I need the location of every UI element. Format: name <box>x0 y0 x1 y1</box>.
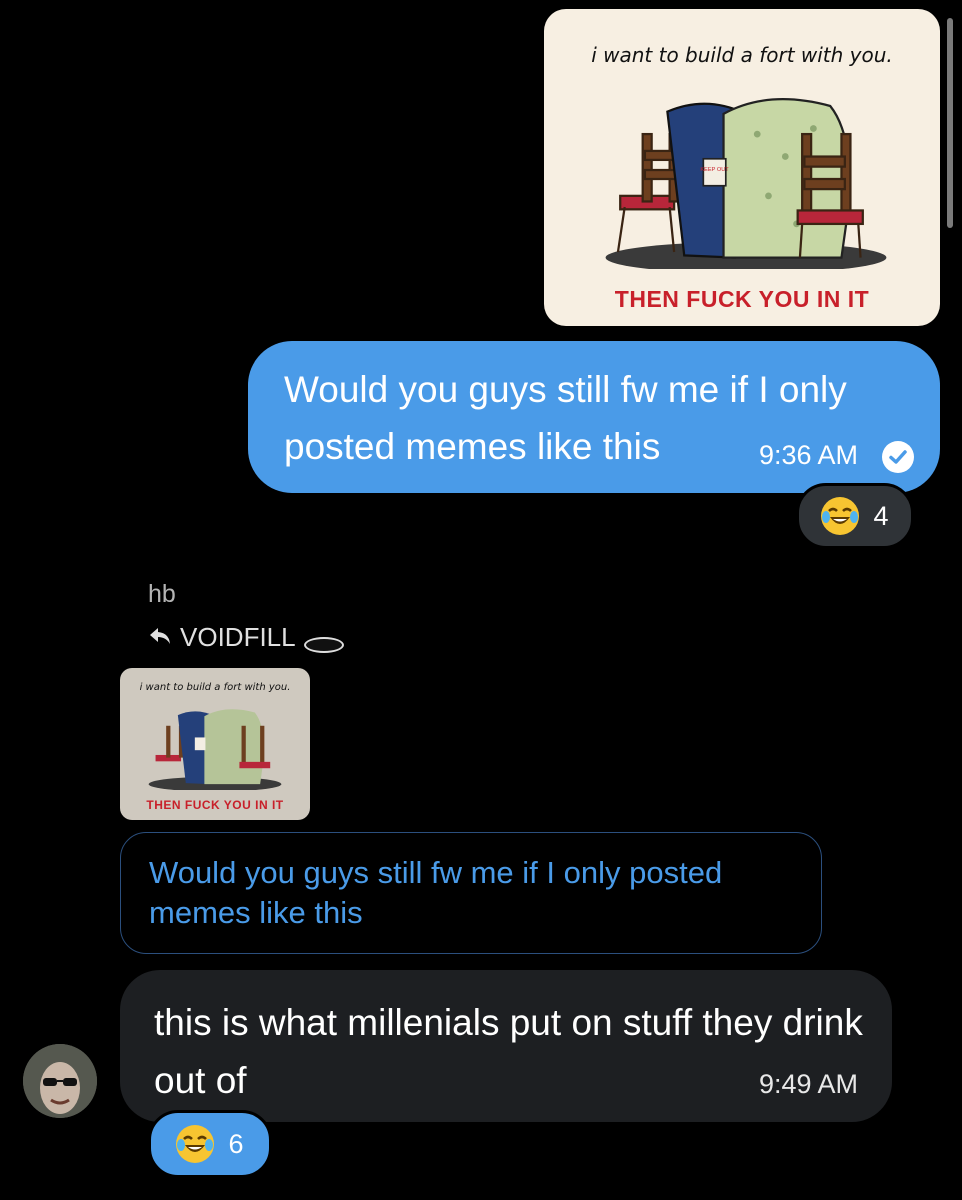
sent-reaction-count: 4 <box>873 500 889 531</box>
reply-arrow-icon <box>148 622 172 653</box>
received-message-bubble[interactable]: this is what millenials put on stuff the… <box>120 970 892 1122</box>
hole-emoji-icon <box>303 636 344 653</box>
quoted-message-text: Would you guys still fw me if I only pos… <box>149 855 723 930</box>
quoted-message[interactable]: Would you guys still fw me if I only pos… <box>120 832 822 954</box>
sender-avatar[interactable] <box>23 1044 97 1118</box>
received-reaction-count: 6 <box>228 1128 244 1159</box>
quoted-meme-caption-top: i want to build a fort with you. <box>139 682 291 693</box>
quoted-fort-illustration <box>148 709 282 790</box>
sent-meme-image[interactable]: i want to build a fort with you. KEEP OU… <box>544 9 940 326</box>
check-circle-icon <box>882 441 914 473</box>
scrollbar[interactable] <box>947 18 953 228</box>
quoted-meme-caption-bottom: THEN FUCK YOU IN IT <box>146 798 284 812</box>
laughing-tears-emoji-icon <box>821 497 860 535</box>
sent-reaction-pill[interactable]: 4 <box>796 483 914 549</box>
fort-illustration: KEEP OUT <box>605 98 887 269</box>
meme-caption-bottom: THEN FUCK YOU IN IT <box>614 286 870 312</box>
reply-to-header[interactable]: VOIDFILL <box>148 622 344 653</box>
keep-out-sign: KEEP OUT <box>700 167 729 173</box>
meme-caption-top: i want to build a fort with you. <box>591 43 893 67</box>
received-message-time: 9:49 AM <box>758 1069 858 1099</box>
sent-message-time: 9:36 AM <box>758 440 858 470</box>
sender-name: hb <box>148 580 176 608</box>
laughing-tears-emoji-icon <box>176 1125 215 1163</box>
reply-to-name: VOIDFILL <box>180 622 296 652</box>
sent-message-bubble[interactable]: Would you guys still fw me if I only pos… <box>248 341 940 493</box>
quoted-meme-image[interactable]: i want to build a fort with you. THEN FU… <box>120 668 310 820</box>
received-reaction-pill[interactable]: 6 <box>148 1110 272 1178</box>
